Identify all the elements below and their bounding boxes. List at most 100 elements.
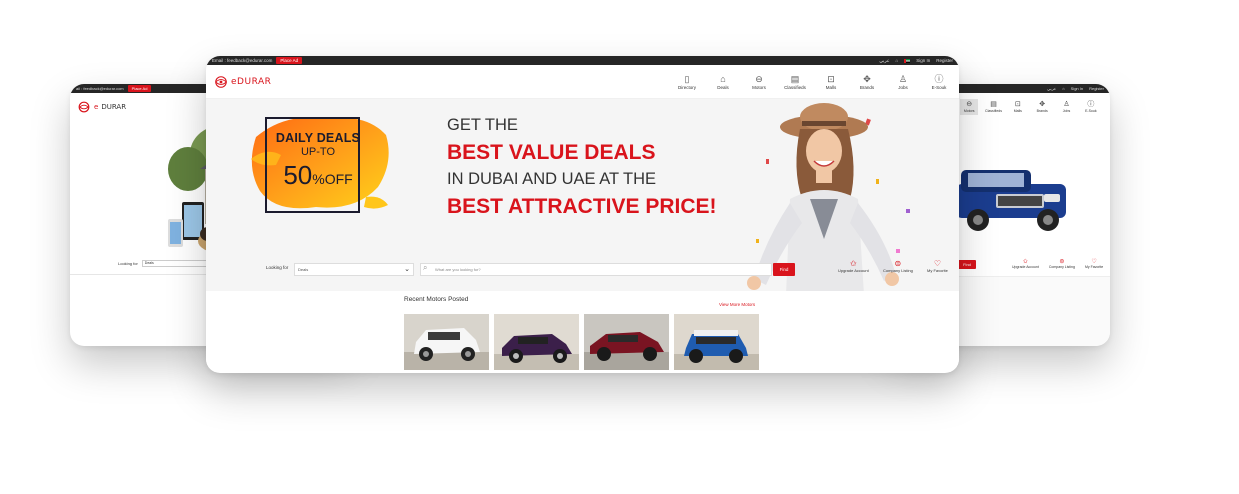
uae-flag-icon (904, 58, 911, 63)
edurar-logo[interactable]: eDURAR (214, 75, 271, 89)
main-screen: Email : feedback@edurar.com Place Ad عرب… (206, 56, 959, 373)
right-info-icon: ⓘ (1087, 101, 1095, 108)
company-listing-link[interactable]: ⊜ Company Listing (883, 259, 913, 273)
right-nav-classifieds[interactable]: ▤ Classifieds (984, 99, 1002, 115)
promo-discount: 50% OFF (250, 160, 386, 191)
main-header: eDURAR ▯ Directory ⌂ Deals ⊖ Motors ▤ Classi… (206, 65, 959, 99)
right-find-button[interactable]: Find (958, 260, 976, 269)
recent-motors-section: Recent Motors Posted View More Motors (206, 291, 959, 372)
motor-card[interactable] (494, 314, 579, 370)
promo-daily-deals[interactable]: DAILY DEALS UP-TO 50% OFF (250, 131, 386, 191)
nav-deals[interactable]: ⌂ Deals (711, 74, 735, 90)
search-placeholder: What are you looking for? (435, 267, 481, 272)
car-icon: ⊖ (755, 73, 763, 84)
right-star-icon: ✩ (1022, 259, 1028, 265)
nav-directory[interactable]: ▯ Directory (675, 74, 699, 90)
motor-card[interactable] (584, 314, 669, 370)
left-search-row: Looking for Deals (118, 260, 212, 267)
hero-headline: GET THE BEST VALUE DEALS IN DUBAI AND UA… (447, 112, 717, 220)
logo-durar: DURAR (237, 76, 272, 87)
search-input[interactable]: ⌕ What are you looking for? (420, 263, 772, 276)
promo-number: 50 (283, 160, 313, 190)
deals-bag-icon: ⌂ (720, 73, 726, 84)
right-home-icon[interactable]: ⌂ (1062, 86, 1064, 91)
upgrade-account-link[interactable]: ✩ Upgrade Account (838, 259, 869, 273)
my-favorite-link[interactable]: ♡ My Favorite (927, 259, 948, 273)
recent-motors-title: Recent Motors Posted (404, 296, 469, 303)
nav-label: Brands (859, 84, 875, 90)
right-quick-label: Company Listing (1048, 265, 1075, 269)
right-brands-icon: ✥ (1039, 101, 1046, 108)
quick-link-label: My Favorite (927, 268, 948, 273)
home-icon[interactable]: ⌂ (896, 58, 899, 63)
left-place-ad-button[interactable]: Place Ad (127, 85, 152, 92)
left-category-select[interactable]: Deals (141, 260, 212, 267)
place-ad-button[interactable]: Place Ad (276, 57, 303, 64)
search-icon: ⌕ (423, 263, 428, 272)
nav-malls[interactable]: ⊡ Malls (819, 74, 843, 90)
right-listing-icon: ⊜ (1059, 259, 1065, 265)
right-register-link[interactable]: Register (1089, 86, 1104, 91)
sign-in-link[interactable]: Sign In (916, 58, 930, 63)
motor-card[interactable] (404, 314, 489, 370)
right-upgrade-link[interactable]: ✩ Upgrade Account (1012, 258, 1039, 269)
nav-jobs[interactable]: ♙ Jobs (891, 74, 915, 90)
motor-card[interactable] (674, 314, 759, 370)
arabic-language-link[interactable]: عربي (879, 58, 889, 64)
headline-line3: IN DUBAI AND UAE AT THE (447, 170, 657, 188)
right-heart-icon: ♡ (1091, 259, 1097, 265)
right-nav-malls[interactable]: ⊡ Malls (1009, 99, 1027, 115)
nav-label: Motors (752, 84, 766, 90)
star-icon: ✩ (849, 259, 857, 268)
right-nav-esouk[interactable]: ⓘ E-Souk (1082, 99, 1100, 115)
nav-brands[interactable]: ✥ Brands (855, 74, 879, 90)
view-more-motors-link[interactable]: View More Motors (719, 302, 755, 307)
promo-line1: DAILY DEALS (275, 131, 361, 145)
white-suv-image (404, 314, 489, 370)
right-favorite-link[interactable]: ♡ My Favorite (1085, 258, 1103, 269)
nav-label: Jobs (898, 84, 908, 90)
register-link[interactable]: Register (936, 58, 953, 63)
jobs-icon: ♙ (898, 73, 908, 84)
right-nav-label: Motors (963, 109, 975, 113)
find-button[interactable]: Find (773, 263, 795, 276)
nav-classifieds[interactable]: ▤ Classifieds (783, 74, 807, 90)
right-nav-label: Brands (1036, 109, 1048, 113)
right-nav-label: Classifieds (985, 109, 1002, 113)
nav-motors[interactable]: ⊖ Motors (747, 74, 771, 90)
blue-mini-image (674, 314, 759, 370)
nav-label: Directory (677, 84, 696, 90)
promo-percent: % (312, 171, 325, 187)
right-nav-motors[interactable]: ⊖ Motors (960, 99, 979, 115)
right-quick-label: My Favorite (1084, 265, 1104, 269)
purple-sedan-image (494, 314, 579, 370)
promo-line2: UP-TO (300, 146, 336, 158)
quick-link-label: Company Listing (883, 268, 913, 273)
right-nav-brands[interactable]: ✥ Brands (1033, 99, 1051, 115)
right-nav-label: E-Souk (1085, 109, 1097, 113)
right-listing-link[interactable]: ⊜ Company Listing (1049, 258, 1075, 269)
right-sign-in-link[interactable]: Sign In (1071, 86, 1083, 91)
main-top-bar: Email : feedback@edurar.com Place Ad عرب… (206, 56, 959, 65)
listing-icon: ⊜ (894, 259, 902, 268)
nav-label: Malls (825, 84, 837, 90)
right-nav-label: Jobs (1062, 109, 1071, 113)
nav-esouk[interactable]: ⓘ E-Souk (927, 74, 951, 90)
left-looking-for-label: Looking for (118, 261, 138, 266)
info-icon: ⓘ (934, 73, 944, 84)
right-jobs-icon: ♙ (1063, 101, 1070, 108)
right-nav-jobs[interactable]: ♙ Jobs (1057, 99, 1075, 115)
nav-label: Classifieds (784, 84, 806, 90)
category-value: Deals (298, 267, 309, 272)
right-classifieds-icon: ▤ (990, 101, 997, 108)
right-cart-icon: ⊡ (1014, 101, 1021, 108)
looking-for-label: Looking for (266, 265, 289, 270)
chevron-down-icon: ⌄ (404, 266, 410, 273)
classifieds-icon: ▤ (790, 73, 800, 84)
category-select[interactable]: Deals ⌄ (294, 263, 414, 276)
mockup-stage: ail : feedback@edurar.com Place Ad e DURA… (0, 0, 1239, 494)
search-bar: Looking for Deals ⌄ ⌕ What are you looki… (206, 259, 959, 281)
promo-off: OFF (324, 171, 353, 187)
right-arabic-link[interactable]: عربي (1047, 86, 1056, 91)
pickup-truck-image (956, 170, 1066, 231)
